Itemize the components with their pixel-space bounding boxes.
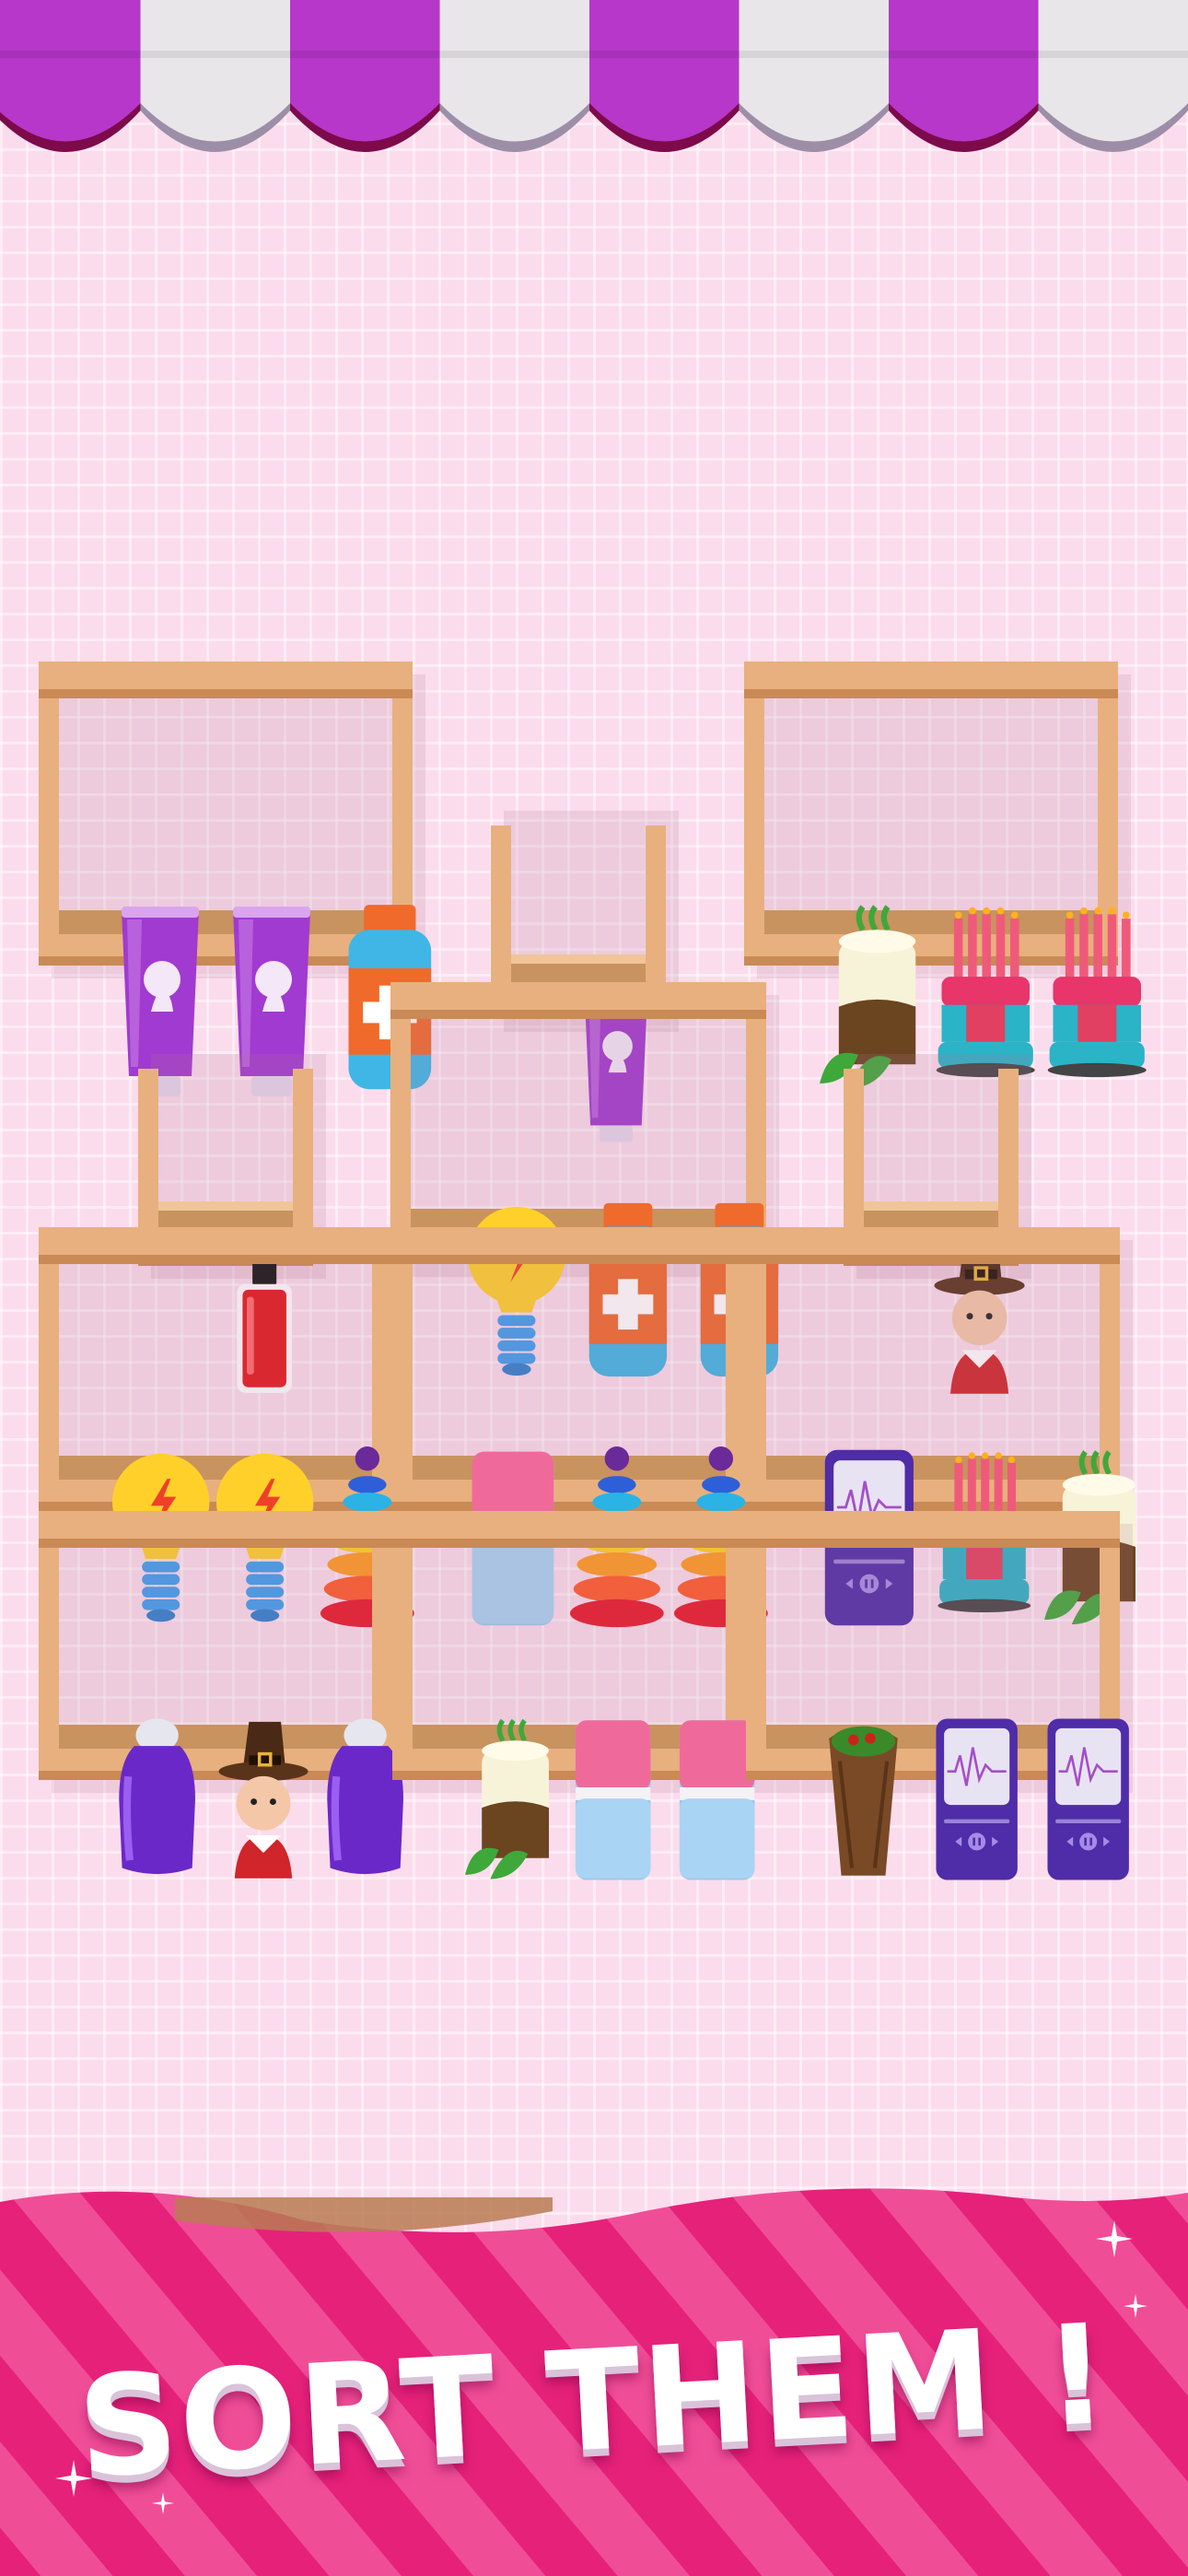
shelf-slot[interactable] bbox=[411, 1015, 565, 1376]
shelf-slot[interactable] bbox=[281, 695, 431, 1090]
sparkle-icon bbox=[152, 2492, 174, 2514]
shelf-slot[interactable] bbox=[59, 1544, 195, 1875]
shelf-row3-right[interactable] bbox=[746, 1227, 1136, 1626]
shelf-slot[interactable] bbox=[522, 1015, 668, 1377]
shelf-slot[interactable] bbox=[268, 1260, 415, 1628]
shelf-slot[interactable] bbox=[878, 1544, 1018, 1880]
shelf-slot[interactable] bbox=[766, 1544, 899, 1876]
shelf-row4-center[interactable] bbox=[392, 1511, 759, 1880]
shelf-slot[interactable] bbox=[986, 695, 1147, 1078]
shelf-row3-left[interactable] bbox=[39, 1227, 415, 1628]
shelf-row3-center[interactable] bbox=[392, 1227, 769, 1628]
shelf-slot[interactable] bbox=[517, 1260, 664, 1628]
shelf-slot[interactable] bbox=[517, 1544, 651, 1880]
shelf-top-left[interactable] bbox=[39, 662, 431, 1096]
shelf-slot[interactable] bbox=[622, 1260, 769, 1628]
shelf-slot[interactable] bbox=[163, 1544, 309, 1879]
shelf-slot[interactable] bbox=[163, 1260, 314, 1622]
shelf-slot[interactable] bbox=[878, 1260, 1031, 1612]
shelf-slot[interactable] bbox=[876, 695, 1035, 1078]
shelf-middle-center[interactable] bbox=[390, 982, 779, 1377]
shelf-slot[interactable] bbox=[413, 1260, 553, 1626]
shelf-slot[interactable] bbox=[622, 1544, 755, 1880]
shelf-slot[interactable] bbox=[988, 1544, 1129, 1880]
shelf-slot[interactable] bbox=[170, 695, 310, 1096]
shelf-slot[interactable] bbox=[864, 1041, 1025, 1394]
banner: SORT THEM ! bbox=[0, 2184, 1188, 2576]
shelf-slot[interactable] bbox=[511, 798, 648, 1142]
shelf-slot[interactable] bbox=[988, 1260, 1136, 1625]
shelf-top-right[interactable] bbox=[744, 662, 1147, 1089]
shelf-row4-right[interactable] bbox=[746, 1511, 1133, 1880]
shelf-slot[interactable] bbox=[635, 1015, 779, 1377]
sparkle-icon bbox=[55, 2460, 92, 2497]
sparkle-icon bbox=[1096, 2220, 1133, 2257]
shelf-slot[interactable] bbox=[158, 1041, 293, 1393]
shop-awning bbox=[0, 0, 1188, 152]
shelf-slot[interactable] bbox=[764, 695, 916, 1089]
shelf-slot[interactable] bbox=[268, 1544, 404, 1875]
shelf-slot[interactable] bbox=[766, 1260, 914, 1626]
sparkle-icon bbox=[1124, 2294, 1147, 2318]
shelf-slot[interactable] bbox=[59, 695, 200, 1096]
shelf-row4-left[interactable] bbox=[39, 1511, 405, 1879]
shelf-slot[interactable] bbox=[59, 1260, 210, 1622]
shelf-slot[interactable] bbox=[413, 1544, 549, 1879]
